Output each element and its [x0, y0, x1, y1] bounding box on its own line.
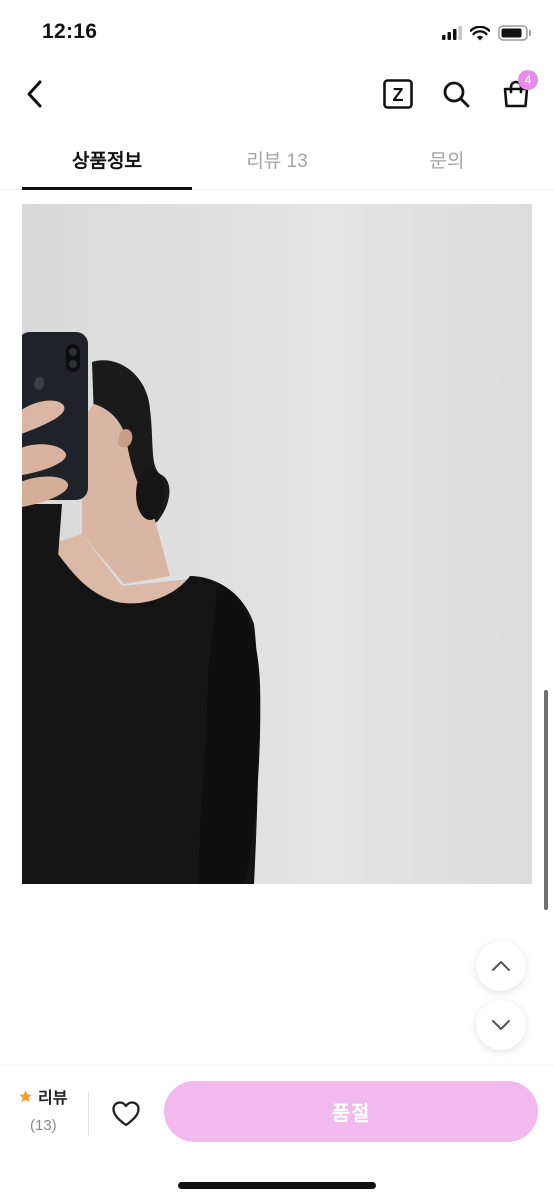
product-image — [22, 204, 532, 884]
product-photo-illustration — [22, 204, 532, 884]
chevron-down-icon — [492, 1020, 510, 1030]
z-button[interactable]: Z — [378, 74, 418, 114]
review-label-row: 리뷰 — [18, 1084, 88, 1108]
bottom-action-bar: 리뷰 (13) 품절 — [0, 1066, 554, 1200]
search-icon — [443, 81, 470, 108]
star-icon — [19, 1089, 32, 1102]
search-button[interactable] — [436, 74, 476, 114]
chevron-up-icon — [492, 961, 510, 971]
back-button[interactable] — [16, 74, 56, 114]
z-letter: Z — [393, 85, 404, 105]
soldout-button[interactable]: 품절 — [164, 1081, 538, 1142]
chevron-left-icon — [27, 80, 42, 108]
cart-badge: 4 — [518, 70, 538, 90]
status-icons — [442, 23, 532, 43]
signal-icon — [442, 26, 462, 40]
tab-reviews[interactable]: 리뷰 13 — [192, 130, 362, 188]
product-tabs: 상품정보 리뷰 13 문의 — [0, 130, 554, 190]
z-box-icon: Z — [383, 79, 413, 109]
tab-inquiry[interactable]: 문의 — [362, 130, 532, 188]
battery-icon — [498, 25, 531, 41]
tab-product-info[interactable]: 상품정보 — [22, 130, 192, 190]
scroll-up-button[interactable] — [476, 941, 526, 991]
status-bar: 12:16 — [0, 0, 554, 66]
review-label: 리뷰 — [38, 1090, 68, 1107]
review-summary[interactable]: 리뷰 (13) — [18, 1084, 88, 1144]
page-scrollbar[interactable] — [544, 690, 548, 910]
review-count: (13) — [30, 1117, 57, 1134]
divider — [88, 1092, 89, 1136]
app-header: Z 4 — [0, 66, 554, 124]
cart-button[interactable]: 4 — [496, 70, 538, 114]
heart-icon — [112, 1101, 140, 1127]
status-time: 12:16 — [42, 20, 98, 43]
wishlist-button[interactable] — [104, 1092, 148, 1136]
home-indicator — [178, 1182, 376, 1189]
wifi-icon — [470, 25, 490, 40]
scroll-down-button[interactable] — [476, 1000, 526, 1050]
